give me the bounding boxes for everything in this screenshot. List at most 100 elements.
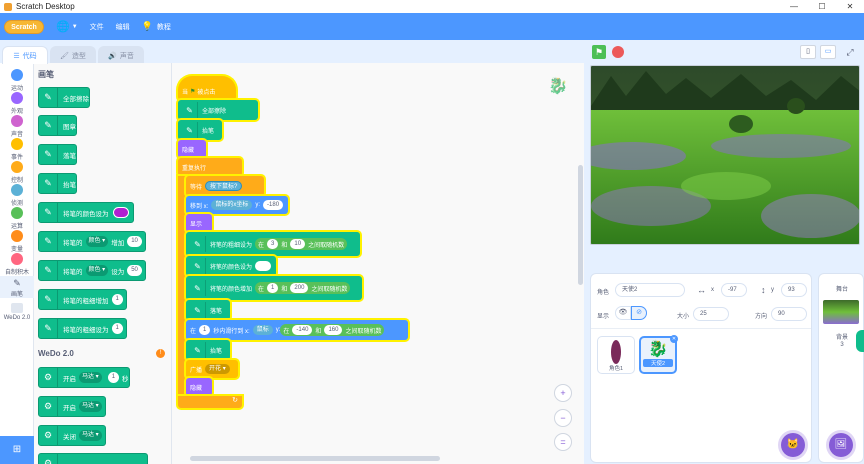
- value-input[interactable]: 10: [127, 236, 142, 247]
- y-input[interactable]: -180: [263, 200, 284, 210]
- zoom-in-button[interactable]: +: [554, 384, 572, 402]
- fullscreen-button[interactable]: ⤢: [842, 45, 858, 59]
- category-control[interactable]: 控制: [0, 161, 34, 184]
- color-input[interactable]: [255, 261, 272, 271]
- motor-dropdown[interactable]: 马达 ▾: [79, 401, 102, 412]
- random-to-input[interactable]: 200: [290, 283, 309, 293]
- hide-block[interactable]: 隐藏: [178, 140, 206, 158]
- value-input[interactable]: 1: [107, 372, 120, 383]
- edit-menu[interactable]: 编辑: [116, 22, 130, 32]
- stage-canvas[interactable]: [590, 65, 860, 245]
- palette-block-motor-off[interactable]: ⚙ 关闭 马达 ▾: [38, 425, 106, 446]
- zoom-reset-button[interactable]: =: [554, 433, 572, 451]
- mouse-x-reporter[interactable]: 鼠标: [252, 325, 273, 335]
- show-block[interactable]: 显示: [186, 214, 212, 232]
- size-input[interactable]: 25: [693, 307, 729, 321]
- forever-block[interactable]: 重复执行: [178, 158, 242, 176]
- motor-dropdown[interactable]: 马达 ▾: [79, 430, 102, 441]
- palette-block-pen-up[interactable]: ✎ 抬笔: [38, 173, 77, 194]
- script-stack[interactable]: 当 ⚑ 被点击 ✎ 全部擦除 ✎ 抬笔 隐藏 重复执行 等待 按下鼠标? 移到 x: 鼠标的…: [178, 72, 418, 412]
- small-stage-button[interactable]: ▯: [800, 45, 816, 59]
- palette-block-partial[interactable]: ⚙: [38, 453, 148, 464]
- file-menu[interactable]: 文件: [90, 22, 104, 32]
- random-reporter[interactable]: 在 3 和 10 之间取随机数: [255, 238, 348, 250]
- random-reporter[interactable]: 在 1 和 200 之间取随机数: [255, 282, 351, 294]
- palette-block-change-size[interactable]: ✎ 将笔的粗细增加 1: [38, 289, 127, 310]
- clear-block[interactable]: ✎ 全部擦除: [178, 100, 258, 120]
- category-my-blocks[interactable]: 自制积木: [0, 253, 34, 276]
- palette-block-motor-on-for[interactable]: ⚙ 开启 马达 ▾ 1 秒: [38, 367, 130, 388]
- palette-block-clear[interactable]: ✎ 全部擦除: [38, 87, 90, 108]
- scratch-logo[interactable]: Scratch: [4, 19, 44, 34]
- goto-xy-block[interactable]: 移到 x: 鼠标的x坐标 y: -180: [186, 196, 288, 214]
- palette-block-stamp[interactable]: ✎ 图章: [38, 115, 77, 136]
- show-hidden-button[interactable]: ⊘: [631, 306, 647, 320]
- sprite-thumb-1[interactable]: 角色1: [597, 336, 635, 374]
- workspace-vertical-scrollbar[interactable]: [578, 165, 583, 285]
- random-reporter[interactable]: 在 -140 和 160 之间取随机数: [280, 324, 385, 336]
- stop-button[interactable]: [612, 46, 624, 58]
- side-tab-edge[interactable]: [856, 330, 864, 352]
- category-sound[interactable]: 声音: [0, 115, 34, 138]
- seconds-input[interactable]: 1: [199, 325, 211, 335]
- palette-block-set-color[interactable]: ✎ 将笔的颜色设为: [38, 202, 134, 223]
- glide-block[interactable]: 在 1 秒内滑行到 x: 鼠标 y: 在 -140 和 160 之间取随机数: [186, 320, 408, 340]
- set-pen-size-block[interactable]: ✎ 将笔的粗细设为在 3 和 10 之间取随机数: [186, 232, 360, 256]
- hide-block-2[interactable]: 隐藏: [186, 378, 212, 396]
- sprite-thumb-2[interactable]: 🐉 天使2 ✕: [639, 335, 678, 374]
- category-events[interactable]: 事件: [0, 138, 34, 161]
- when-flag-clicked-block[interactable]: 当 ⚑ 被点击: [178, 76, 236, 100]
- x-input[interactable]: -97: [721, 283, 747, 297]
- set-pen-color-block[interactable]: ✎ 将笔的颜色设为: [186, 256, 276, 276]
- category-variables[interactable]: 变量: [0, 230, 34, 253]
- category-operators[interactable]: 运算: [0, 207, 34, 230]
- green-flag-button[interactable]: ⚑: [592, 45, 606, 59]
- direction-input[interactable]: 90: [771, 307, 807, 321]
- category-looks[interactable]: 外观: [0, 92, 34, 115]
- palette-block-set-pen-param[interactable]: ✎ 将笔的 颜色 ▾ 设为 50: [38, 260, 146, 281]
- change-pen-color-block[interactable]: ✎ 将笔的颜色增加在 1 和 200 之间取随机数: [186, 276, 362, 300]
- value-input[interactable]: 1: [111, 323, 123, 334]
- category-wedo[interactable]: WeDo 2.0: [0, 303, 34, 321]
- wait-until-block[interactable]: 等待 按下鼠标?: [186, 176, 264, 196]
- pen-down-block[interactable]: ✎ 落笔: [186, 300, 230, 320]
- workspace-horizontal-scrollbar[interactable]: [190, 456, 440, 461]
- add-sprite-button[interactable]: 🐱: [781, 433, 805, 457]
- mouse-down-reporter[interactable]: 按下鼠标?: [205, 181, 243, 191]
- random-from-input[interactable]: -140: [292, 325, 313, 335]
- category-motion[interactable]: 运动: [0, 69, 34, 92]
- mouse-x-reporter[interactable]: 鼠标的x坐标: [211, 200, 253, 210]
- delete-sprite-icon[interactable]: ✕: [670, 335, 678, 343]
- tutorials-menu[interactable]: 💡 教程: [142, 21, 171, 32]
- show-visible-button[interactable]: 👁: [615, 306, 631, 320]
- tab-sounds[interactable]: 🔊 声音: [98, 46, 144, 64]
- minimize-icon[interactable]: —: [780, 0, 808, 13]
- maximize-icon[interactable]: ☐: [808, 0, 836, 13]
- y-input[interactable]: 93: [781, 283, 807, 297]
- palette-block-motor-on[interactable]: ⚙ 开启 马达 ▾: [38, 396, 106, 417]
- close-icon[interactable]: ✕: [836, 0, 864, 13]
- add-backdrop-button[interactable]: 🖼: [829, 433, 853, 457]
- random-from-input[interactable]: 1: [267, 283, 279, 293]
- palette-block-change-pen-param[interactable]: ✎ 将笔的 颜色 ▾ 增加 10: [38, 231, 146, 252]
- tab-code[interactable]: ☰ 代码: [2, 46, 48, 64]
- param-dropdown[interactable]: 颜色 ▾: [85, 236, 109, 247]
- pen-up-block-2[interactable]: ✎ 抬笔: [186, 340, 230, 360]
- param-dropdown[interactable]: 颜色 ▾: [85, 265, 109, 276]
- stage-target-panel[interactable]: 舞台 背景 3 🖼: [818, 273, 864, 463]
- tab-costumes[interactable]: 🖌 造型: [50, 46, 96, 64]
- add-extension-button[interactable]: ⊞: [0, 436, 34, 464]
- category-sensing[interactable]: 侦测: [0, 184, 34, 207]
- pen-up-block[interactable]: ✎ 抬笔: [178, 120, 222, 140]
- large-stage-button[interactable]: ▭: [820, 45, 836, 59]
- sprite-name-input[interactable]: 天使2: [615, 283, 685, 297]
- value-input[interactable]: 1: [111, 294, 123, 305]
- random-from-input[interactable]: 3: [267, 239, 279, 249]
- motor-dropdown[interactable]: 马达 ▾: [79, 372, 102, 383]
- random-to-input[interactable]: 10: [290, 239, 306, 249]
- palette-block-pen-down[interactable]: ✎ 落笔: [38, 144, 77, 165]
- category-pen[interactable]: ✎ 画笔: [0, 276, 34, 298]
- color-swatch[interactable]: [112, 207, 129, 218]
- zoom-out-button[interactable]: −: [554, 409, 572, 427]
- broadcast-block[interactable]: 广播 开花 ▾: [186, 360, 238, 378]
